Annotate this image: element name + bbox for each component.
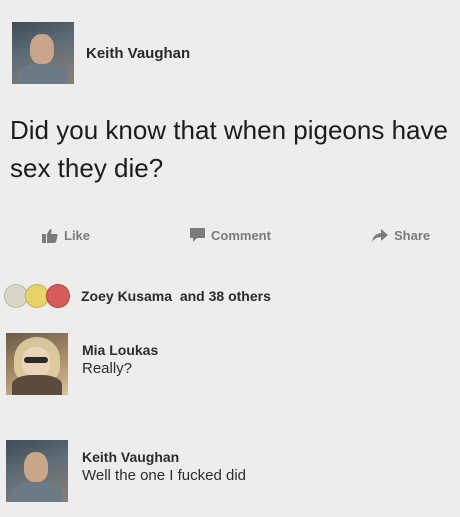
author-avatar[interactable]: [12, 22, 74, 84]
comment-icon: [190, 228, 205, 242]
share-label: Share: [394, 228, 431, 243]
comment-button[interactable]: Comment: [190, 228, 271, 243]
love-icon: [46, 284, 70, 308]
reaction-names[interactable]: Zoey Kusama: [81, 288, 172, 304]
comment-item: Keith Vaughan Well the one I fucked did: [6, 440, 246, 502]
thumbs-up-icon: [42, 228, 58, 243]
reactions-summary[interactable]: Zoey Kusama and 38 others: [4, 284, 271, 308]
comment-body: Keith Vaughan Well the one I fucked did: [82, 448, 246, 486]
facebook-post: Keith Vaughan Did you know that when pig…: [0, 0, 460, 517]
post-actions-bar: Like Comment Share: [0, 228, 460, 252]
post-text: Did you know that when pigeons have sex …: [10, 115, 448, 183]
comment-label: Comment: [211, 228, 271, 243]
comment-text: Really?: [82, 360, 133, 377]
reaction-text: Zoey Kusama and 38 others: [81, 288, 271, 304]
like-label: Like: [64, 228, 91, 243]
commenter-avatar[interactable]: [6, 440, 68, 502]
comment-item: Mia Loukas Really?: [6, 333, 158, 395]
like-button[interactable]: Like: [42, 228, 90, 243]
post-header: Keith Vaughan: [12, 22, 190, 84]
reaction-others[interactable]: and 38 others: [180, 288, 271, 304]
commenter-avatar[interactable]: [6, 333, 68, 395]
share-arrow-icon: [372, 229, 388, 242]
comment-author[interactable]: Keith Vaughan: [82, 448, 246, 466]
comment-body: Mia Loukas Really?: [82, 341, 158, 379]
post-author-name[interactable]: Keith Vaughan: [86, 45, 190, 62]
comment-text: Well the one I fucked did: [82, 467, 246, 484]
share-button[interactable]: Share: [372, 228, 430, 243]
comment-author[interactable]: Mia Loukas: [82, 341, 158, 359]
reaction-icons: [4, 284, 70, 308]
